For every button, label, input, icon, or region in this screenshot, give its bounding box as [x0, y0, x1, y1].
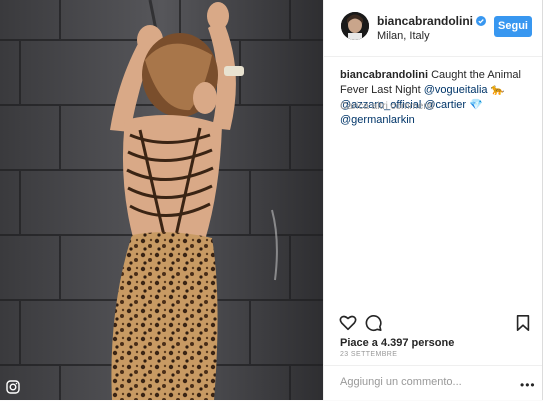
- mention-germanlarkin[interactable]: @germanlarkin: [340, 114, 415, 126]
- caption-author[interactable]: biancabrandolini: [340, 69, 428, 81]
- location-link[interactable]: Milan, Italy: [377, 30, 430, 42]
- follow-button[interactable]: Segui: [494, 16, 532, 37]
- caption: biancabrandolini Caught the Animal Fever…: [340, 68, 532, 128]
- avatar[interactable]: [341, 12, 369, 40]
- mention-vogueitalia[interactable]: @vogueitalia: [424, 84, 488, 96]
- post-photo[interactable]: [0, 0, 323, 400]
- instagram-icon: [6, 380, 20, 394]
- comment-input[interactable]: Aggiungi un commento...: [340, 376, 462, 388]
- heart-icon[interactable]: [339, 314, 357, 332]
- bookmark-icon[interactable]: [514, 314, 532, 332]
- instagram-post: biancabrandolini Milan, Italy Segui bian…: [0, 0, 543, 400]
- caption-emoji-1: 🐆: [490, 84, 505, 96]
- likes-count[interactable]: Piace a 4.397 persone: [340, 337, 454, 349]
- comment-icon[interactable]: [365, 314, 383, 332]
- post-date[interactable]: 23 SETTEMBRE: [340, 351, 397, 358]
- comment-bar: Aggiungi un commento... •••: [324, 365, 543, 401]
- caption-emoji-2: 💎: [469, 99, 483, 111]
- username-link[interactable]: biancabrandolini: [377, 14, 487, 28]
- verified-icon: [476, 16, 487, 26]
- username-text[interactable]: biancabrandolini: [377, 14, 473, 28]
- post-sidebar: biancabrandolini Milan, Italy Segui bian…: [323, 0, 543, 400]
- photo-illustration: [0, 0, 323, 400]
- post-header: biancabrandolini Milan, Italy Segui: [324, 0, 543, 57]
- more-icon[interactable]: •••: [520, 378, 536, 392]
- load-more-comments[interactable]: Carica altri commenti: [340, 101, 434, 112]
- action-bar: [324, 308, 543, 338]
